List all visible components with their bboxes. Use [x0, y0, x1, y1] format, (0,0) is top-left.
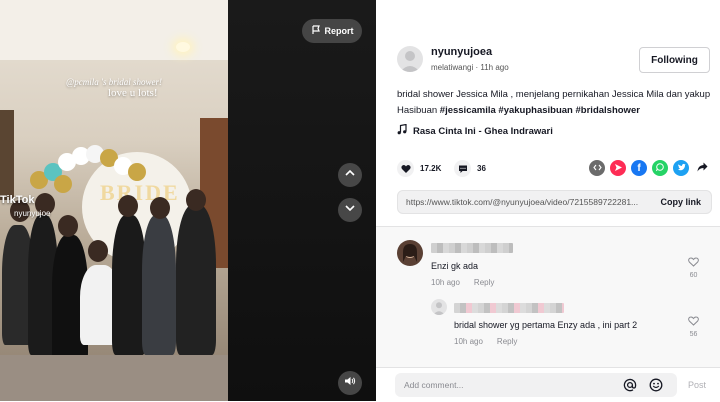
video-scene-frame [0, 110, 14, 200]
share-arrow-icon [697, 159, 708, 177]
video-caption-line-1: @pcmila 's bridal shower! [66, 77, 162, 87]
volume-button[interactable] [338, 371, 362, 395]
tiktok-watermark: TikTok [0, 194, 35, 206]
author-username[interactable]: nyunyujoea [431, 46, 492, 58]
chevron-down-icon [344, 201, 356, 219]
chevron-up-icon [344, 166, 356, 184]
send-share-button[interactable] [610, 160, 626, 176]
whatsapp-share-button[interactable] [652, 160, 668, 176]
copy-link-button[interactable]: Copy link [650, 197, 711, 207]
emoji-icon[interactable] [649, 378, 663, 394]
post-time: 11h ago [480, 63, 509, 72]
reply-like-count: 56 [689, 331, 698, 338]
comment-time: 10h ago [431, 278, 460, 287]
watermark-username: nyunyujoe [14, 209, 51, 218]
comment-like-count: 60 [689, 272, 698, 279]
comment-like-button[interactable]: 60 [688, 257, 699, 279]
hashtag-link[interactable]: #jessicamila [440, 105, 496, 116]
post-description: bridal shower Jessica Mila , menjelang p… [397, 87, 712, 119]
report-button[interactable]: Report [302, 19, 362, 43]
reply-avatar[interactable] [431, 299, 447, 315]
video-link-box: https://www.tiktok.com/@nyunyujoea/video… [397, 190, 712, 214]
author-subline: melatiwangi · 11h ago [431, 63, 509, 72]
twitter-share-button[interactable] [673, 160, 689, 176]
more-share-button[interactable] [694, 160, 710, 176]
mention-icon[interactable] [623, 378, 637, 394]
heart-icon[interactable] [397, 160, 414, 177]
next-video-button[interactable] [338, 198, 362, 222]
speaker-icon [344, 374, 356, 392]
flag-icon [311, 25, 321, 37]
comment-meta: 10h ago Reply [431, 278, 494, 287]
video-caption-line-2: love u lots! [108, 87, 158, 99]
music-link[interactable]: Rasa Cinta Ini - Ghea Indrawari [397, 123, 553, 138]
facebook-share-button[interactable]: f [631, 160, 647, 176]
comment-stat[interactable]: 36 [454, 160, 486, 177]
reply-button[interactable]: Reply [497, 337, 517, 346]
embed-share-button[interactable] [589, 160, 605, 176]
like-stat[interactable]: 17.2K [397, 160, 441, 177]
music-title: Rasa Cinta Ini - Ghea Indrawari [413, 125, 553, 137]
reply-meta: 10h ago Reply [454, 337, 517, 346]
balloon-cluster [30, 145, 150, 195]
like-count: 17.2K [420, 164, 442, 173]
previous-video-button[interactable] [338, 163, 362, 187]
comment-composer: Add comment... Post [376, 367, 720, 402]
comment-username-blurred [431, 243, 513, 253]
reply-like-button[interactable]: 56 [688, 316, 699, 338]
heart-outline-icon [688, 316, 699, 328]
video-url[interactable]: https://www.tiktok.com/@nyunyujoea/video… [398, 197, 650, 207]
comment-avatar[interactable] [397, 240, 423, 266]
video-scene-floor [0, 355, 228, 401]
comment-count: 36 [477, 164, 486, 173]
hashtag-link[interactable]: #bridalshower [576, 105, 640, 116]
hashtag-link[interactable]: #yakuphasibuan [498, 105, 572, 116]
video-stage[interactable]: BRIDE @pcmila 's bridal shower! love u l… [0, 0, 376, 401]
reply-username-blurred [454, 303, 564, 313]
video-scene-lamp [176, 42, 190, 52]
video-scene-people [0, 189, 228, 365]
video-scene-ceiling [0, 0, 228, 60]
author-nickname: melatiwangi [431, 63, 474, 72]
comment-bubble-icon[interactable] [454, 160, 471, 177]
reply-text: bridal shower yg pertama Enzy ada , ini … [454, 320, 638, 330]
twitter-bird-icon [677, 159, 686, 177]
paper-plane-icon [614, 159, 623, 177]
whatsapp-icon [655, 159, 665, 177]
embed-code-icon [592, 159, 602, 177]
comment-list: Enzi gk ada 10h ago Reply 60 bridal show… [376, 227, 720, 367]
reply-time: 10h ago [454, 337, 483, 346]
author-avatar[interactable] [397, 46, 423, 72]
heart-outline-icon [688, 257, 699, 269]
add-comment-input[interactable]: Add comment... [395, 373, 677, 397]
reply-button[interactable]: Reply [474, 278, 494, 287]
facebook-icon: f [637, 162, 641, 174]
music-note-icon [397, 123, 407, 138]
video-player[interactable]: BRIDE @pcmila 's bridal shower! love u l… [0, 0, 228, 401]
comment-text: Enzi gk ada [431, 261, 479, 271]
post-comment-button[interactable]: Post [688, 380, 706, 390]
following-button[interactable]: Following [639, 47, 710, 73]
report-label: Report [324, 26, 354, 36]
comment-placeholder: Add comment... [404, 380, 464, 390]
post-details-panel: nyunyujoea melatiwangi · 11h ago Followi… [376, 0, 720, 402]
